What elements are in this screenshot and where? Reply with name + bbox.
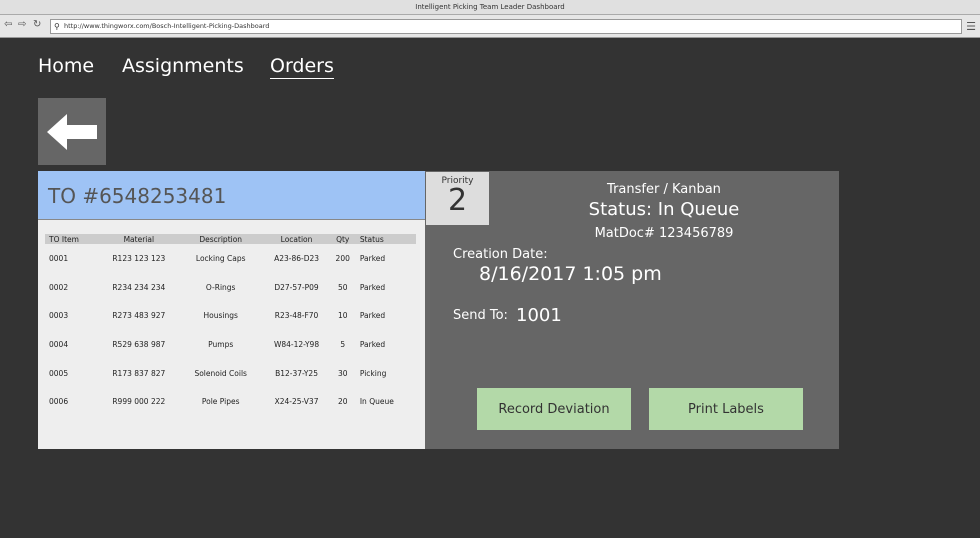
creation-date-label: Creation Date: — [453, 247, 548, 262]
table-cell: Parked — [359, 311, 386, 321]
column-header: Qty — [331, 234, 354, 244]
order-status: Status: In Queue — [588, 199, 740, 220]
table-cell: In Queue — [359, 397, 394, 407]
order-title: TO #6548253481 — [38, 171, 425, 220]
priority-value: 2 — [447, 183, 468, 218]
address-bar-area: ⇦ ⇨ ↻ ⚲ http://www.thingworx.com/Bosch-In… — [0, 15, 980, 38]
column-header: Location — [261, 234, 332, 244]
nav-assignments[interactable]: Assignments — [122, 55, 244, 77]
table-cell: Picking — [359, 368, 387, 378]
order-detail-panel: Priority 2 Transfer / Kanban Status: In … — [425, 171, 839, 449]
url-input[interactable]: ⚲ http://www.thingworx.com/Bosch-Intellig… — [50, 19, 962, 34]
table-cell: A23-86-D23 — [274, 253, 320, 263]
forward-nav-icon[interactable]: ⇨ — [18, 19, 26, 30]
table-cell: 0004 — [49, 339, 69, 349]
table-cell: Solenoid Coils — [194, 368, 247, 378]
table-cell: W84-12-Y98 — [273, 339, 320, 349]
table-cell: X24-25-V37 — [274, 397, 319, 407]
table-cell: 10 — [337, 311, 348, 321]
table-cell: R234 234 234 — [112, 282, 166, 292]
table-cell: 0001 — [49, 253, 69, 263]
table-row[interactable]: 0006 R999 000 222 Pole Pipes X24-25-V37 20 In… — [45, 387, 416, 416]
nav-home[interactable]: Home — [38, 55, 94, 77]
table-cell: 0006 — [49, 397, 69, 407]
matdoc: MatDoc# 123456789 — [594, 226, 734, 241]
table-row[interactable]: 0002 R234 234 234 O-Rings D27-57-P09 50 Parke… — [45, 273, 416, 302]
back-nav-icon[interactable]: ⇦ — [4, 19, 12, 30]
arrow-left-icon — [47, 113, 97, 150]
table-cell: Parked — [359, 253, 386, 263]
back-button[interactable] — [38, 98, 106, 165]
table-cell: Pole Pipes — [201, 397, 240, 407]
table-cell: 0003 — [49, 311, 69, 321]
column-header: Description — [179, 234, 262, 244]
table-cell: R23-48-F70 — [274, 311, 319, 321]
record-deviation-button[interactable]: Record Deviation — [477, 388, 631, 430]
window-title: Intelligent Picking Team Leader Dashboar… — [0, 0, 980, 15]
table-cell: R529 638 987 — [112, 339, 166, 349]
creation-date: 8/16/2017 1:05 pm — [479, 263, 662, 285]
print-labels-button[interactable]: Print Labels — [649, 388, 803, 430]
url-text: http://www.thingworx.com/Bosch-Intellige… — [64, 22, 270, 30]
table-cell: D27-57-P09 — [274, 282, 319, 292]
table-cell: Housings — [203, 311, 238, 321]
order-panel: TO #6548253481 TO Item Material Descriptio… — [38, 171, 425, 449]
table-cell: 200 — [335, 253, 350, 263]
nav-orders[interactable]: Orders — [270, 55, 334, 79]
table-cell: 20 — [337, 397, 348, 407]
table-cell: Locking Caps — [195, 253, 246, 263]
table-cell: 0002 — [49, 282, 69, 292]
table-cell: R273 483 927 — [112, 311, 166, 321]
table-row[interactable]: 0003 R273 483 927 Housings R23-48-F70 10 Park… — [45, 301, 416, 330]
priority-box: Priority 2 — [426, 172, 489, 225]
table-cell: Parked — [359, 339, 386, 349]
reload-icon[interactable]: ↻ — [33, 19, 41, 30]
table-row[interactable]: 0005 R173 837 827 Solenoid Coils B12-37-Y25… — [45, 359, 416, 388]
column-header: Material — [97, 234, 180, 244]
send-to-value: 1001 — [516, 305, 562, 326]
order-items-table: TO Item Material Description Location Qty Sta… — [45, 234, 416, 416]
table-cell: O-Rings — [205, 282, 236, 292]
column-header: Status — [353, 234, 416, 244]
table-cell: 50 — [337, 282, 348, 292]
menu-icon[interactable]: ☰ — [966, 20, 976, 33]
column-header: TO Item — [45, 234, 98, 244]
search-icon: ⚲ — [54, 22, 60, 31]
table-cell: Parked — [359, 282, 386, 292]
send-to-label: Send To: — [453, 308, 508, 323]
table-row[interactable]: 0001 R123 123 123 Locking Caps A23-86-D23 20… — [45, 244, 416, 273]
table-cell: Pumps — [208, 339, 234, 349]
order-type: Transfer / Kanban — [607, 182, 721, 197]
table-cell: R123 123 123 — [112, 253, 166, 263]
table-cell: B12-37-Y25 — [275, 368, 318, 378]
table-cell: 5 — [340, 339, 346, 349]
table-cell: R173 837 827 — [112, 368, 166, 378]
table-cell: 30 — [337, 368, 348, 378]
table-cell: R999 000 222 — [112, 397, 166, 407]
table-row[interactable]: 0004 R529 638 987 Pumps W84-12-Y98 5 Parked — [45, 330, 416, 359]
table-cell: 0005 — [49, 368, 69, 378]
